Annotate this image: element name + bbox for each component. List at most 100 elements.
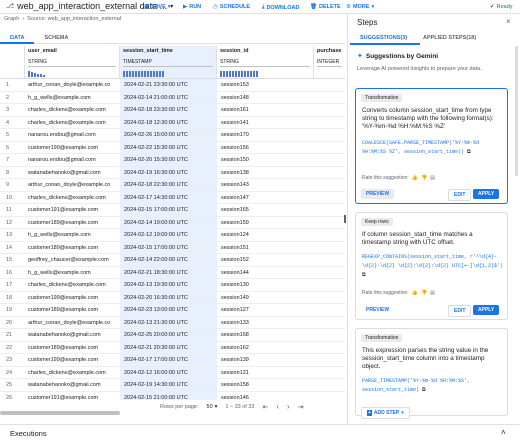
feedback-icon[interactable]: ▤	[430, 290, 435, 296]
cell-user-email[interactable]: customer191@example.com	[28, 207, 118, 213]
cell-session-start-time[interactable]: 2024-02-14 21:00:00 UTC	[124, 95, 216, 101]
preview-button[interactable]: PREVIEW	[361, 305, 394, 315]
cell-session-id[interactable]: session158	[221, 382, 313, 388]
cell-session-id[interactable]: session159	[221, 220, 313, 226]
cell-user-email[interactable]: charles_dickens@example.com	[28, 120, 118, 126]
cell-session-start-time[interactable]: 2024-02-22 15:30:00 UTC	[124, 145, 216, 151]
table-row[interactable]: 10 charles_dickens@example.com 2024-02-17 …	[0, 192, 345, 204]
close-icon[interactable]: ×	[506, 17, 511, 26]
edit-button[interactable]: EDIT	[448, 189, 472, 201]
cell-session-start-time[interactable]: 2024-02-12 16:00:00 UTC	[124, 370, 216, 376]
table-row[interactable]: 20 arthur_conan_doyle@example.co 2024-02-1…	[0, 317, 345, 329]
cell-session-id[interactable]: session133	[221, 320, 313, 326]
more-button[interactable]: ⚙ MORE ▾	[346, 4, 374, 10]
breadcrumb-graph[interactable]: Graph	[4, 16, 19, 22]
cell-session-start-time[interactable]: 2024-02-18 22:30:00 UTC	[124, 182, 216, 188]
thumbs-down-icon[interactable]: 👎	[421, 175, 427, 181]
table-row[interactable]: 26 customer191@example.com 2024-02-15 21:0…	[0, 392, 345, 401]
edit-button[interactable]: EDIT	[448, 305, 472, 317]
cell-session-id[interactable]: session165	[221, 207, 313, 213]
cell-session-id[interactable]: session144	[221, 270, 313, 276]
cell-session-start-time[interactable]: 2024-02-23 13:00:00 UTC	[124, 307, 216, 313]
table-row[interactable]: 8 watanabehanoko@gmail.com 2024-02-19 16:3…	[0, 167, 345, 179]
cell-session-start-time[interactable]: 2024-02-13 21:30:00 UTC	[124, 320, 216, 326]
run-button[interactable]: ▶ RUN	[183, 4, 201, 10]
cell-session-id[interactable]: session138	[221, 170, 313, 176]
chevron-up-icon[interactable]: ˄	[501, 428, 506, 437]
thumbs-up-icon[interactable]: 👍	[412, 290, 418, 296]
table-row[interactable]: 19 customer189@example.com 2024-02-23 13:0…	[0, 304, 345, 317]
table-row[interactable]: 7 nanarou.endou@gmail.com 2024-02-20 15:30…	[0, 154, 345, 167]
tab-data[interactable]: DATA	[0, 33, 35, 44]
suggestion-card-1[interactable]: Transformation Converts column session_s…	[355, 88, 508, 204]
previous-page-icon[interactable]: ‹	[276, 402, 279, 411]
cell-session-start-time[interactable]: 2024-02-15 17:00:00 UTC	[124, 207, 216, 213]
table-row[interactable]: 15 geoffrey_chaucer@example.com 2024-02-14…	[0, 254, 345, 267]
cell-session-id[interactable]: session161	[221, 107, 313, 113]
add-step-button[interactable]: + ADD STEP ▾	[361, 407, 410, 419]
tab-suggestions[interactable]: SUGGESTIONS(3)	[360, 35, 407, 41]
table-row[interactable]: 12 customer189@example.com 2024-02-14 19:0…	[0, 217, 345, 229]
cell-session-start-time[interactable]: 2024-02-18 23:30:00 UTC	[124, 107, 216, 113]
thumbs-down-icon[interactable]: 👎	[421, 290, 427, 296]
cell-user-email[interactable]: arthur_conan_doyle@example.co	[28, 182, 118, 188]
cell-session-id[interactable]: session147	[221, 195, 313, 201]
table-row[interactable]: 14 customer189@example.com 2024-02-15 17:0…	[0, 242, 345, 254]
cell-user-email[interactable]: watanabehanoko@gmail.com	[28, 332, 118, 338]
cell-session-id[interactable]: session149	[221, 295, 313, 301]
first-page-icon[interactable]: ⇤	[262, 403, 268, 411]
cell-session-id[interactable]: session156	[221, 145, 313, 151]
cell-session-id[interactable]: session153	[221, 82, 313, 88]
table-row[interactable]: 22 customer189@example.com 2024-02-21 20:3…	[0, 342, 345, 354]
cell-session-id[interactable]: session170	[221, 132, 313, 138]
cell-session-id[interactable]: session143	[221, 182, 313, 188]
preview-button[interactable]: PREVIEW	[361, 189, 395, 199]
cell-user-email[interactable]: customer199@example.com	[28, 357, 118, 363]
cell-session-id[interactable]: session150	[221, 157, 313, 163]
cell-session-start-time[interactable]: 2024-02-17 17:00:00 UTC	[124, 357, 216, 363]
cell-user-email[interactable]: customer189@example.com	[28, 307, 118, 313]
table-row[interactable]: 6 customer190@example.com 2024-02-22 15:30…	[0, 142, 345, 154]
cell-session-start-time[interactable]: 2024-02-20 16:30:00 UTC	[124, 295, 216, 301]
cell-session-id[interactable]: session130	[221, 282, 313, 288]
table-row[interactable]: 17 charles_dickens@example.com 2024-02-13 …	[0, 279, 345, 292]
table-row[interactable]: 24 charles_dickens@example.com 2024-02-12 …	[0, 367, 345, 379]
cell-user-email[interactable]: arthur_conan_doyle@example.co	[28, 82, 118, 88]
copy-icon[interactable]: ⧉	[467, 149, 471, 155]
cell-user-email[interactable]: h_g_wells@example.com	[28, 232, 118, 238]
cell-user-email[interactable]: nanarou.endou@gmail.com	[28, 157, 118, 163]
cell-user-email[interactable]: customer191@example.com	[28, 395, 118, 401]
table-row[interactable]: 11 customer191@example.com 2024-02-15 17:0…	[0, 204, 345, 217]
column-header-purchase[interactable]: purchase_ INTEGER	[314, 46, 345, 79]
cell-user-email[interactable]: geoffrey_chaucer@example.com	[28, 257, 118, 263]
copy-icon[interactable]: ⧉	[362, 272, 366, 278]
cell-user-email[interactable]: charles_dickens@example.com	[28, 107, 118, 113]
table-row[interactable]: 16 h_g_wells@example.com 2024-02-21 18:30:…	[0, 267, 345, 279]
table-row[interactable]: 18 customer199@example.com 2024-02-20 16:3…	[0, 292, 345, 304]
cell-session-start-time[interactable]: 2024-02-15 21:00:00 UTC	[124, 395, 216, 401]
suggestion-card-3[interactable]: Transformation This expression parses th…	[355, 328, 508, 416]
cell-session-start-time[interactable]: 2024-02-20 15:30:00 UTC	[124, 157, 216, 163]
cell-user-email[interactable]: watanabehanoko@gmail.com	[28, 170, 118, 176]
cell-session-start-time[interactable]: 2024-02-15 17:00:00 UTC	[124, 245, 216, 251]
cell-session-id[interactable]: session141	[221, 120, 313, 126]
table-row[interactable]: 9 arthur_conan_doyle@example.co 2024-02-18…	[0, 179, 345, 192]
apply-button[interactable]: APPLY	[473, 189, 500, 199]
cell-user-email[interactable]: charles_dickens@example.com	[28, 282, 118, 288]
cell-user-email[interactable]: charles_dickens@example.com	[28, 195, 118, 201]
cell-user-email[interactable]: charles_dickens@example.com	[28, 370, 118, 376]
cell-user-email[interactable]: customer189@example.com	[28, 345, 118, 351]
suggestion-card-2[interactable]: Keep rows If column session_start_time m…	[355, 212, 508, 320]
cell-session-start-time[interactable]: 2024-02-21 18:30:00 UTC	[124, 270, 216, 276]
tab-schema[interactable]: SCHEMA	[34, 33, 78, 44]
cell-session-id[interactable]: session152	[221, 257, 313, 263]
cell-session-start-time[interactable]: 2024-02-25 20:00:00 UTC	[124, 332, 216, 338]
cell-session-id[interactable]: session162	[221, 345, 313, 351]
table-row[interactable]: 23 customer199@example.com 2024-02-17 17:0…	[0, 354, 345, 367]
table-row[interactable]: 5 nanarou.endou@gmail.com 2024-02-26 15:00…	[0, 129, 345, 142]
cell-session-id[interactable]: session146	[221, 395, 313, 401]
column-header-session-start-time[interactable]: session_start_time TIMESTAMP	[120, 46, 217, 79]
next-page-icon[interactable]: ›	[287, 402, 290, 411]
cell-user-email[interactable]: nanarou.endou@gmail.com	[28, 132, 118, 138]
save-button[interactable]: ▣ SAVE ▾	[144, 4, 171, 10]
